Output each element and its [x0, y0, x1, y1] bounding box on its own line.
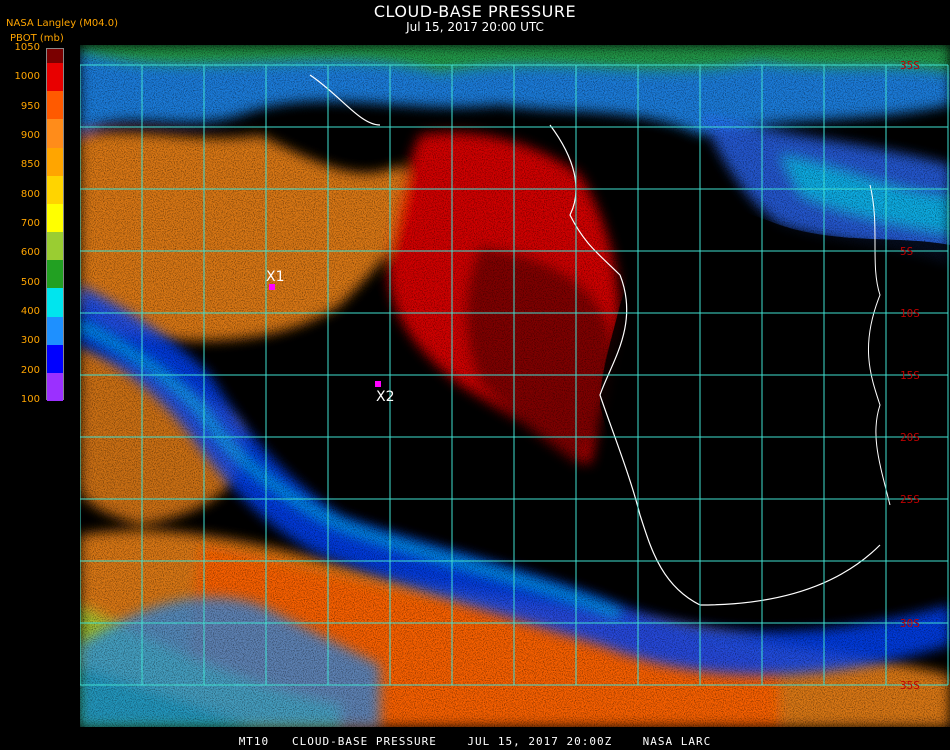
- colorbar-segment: [47, 63, 63, 92]
- satellite-map: 35S 5S 10S 15S 20S 25S 30S 35S X1 X2: [80, 45, 950, 727]
- sample-point-label: X1: [266, 269, 285, 285]
- colorbar-tick-label: 700: [20, 218, 40, 229]
- latitude-label: 30S: [900, 617, 920, 630]
- colorbar-segment: [47, 372, 63, 401]
- colorbar-tick-label: 600: [20, 247, 40, 259]
- latitude-label: 10S: [900, 307, 920, 320]
- colorbar-tick-label: 1050: [14, 42, 40, 53]
- colorbar-segment: [47, 232, 63, 261]
- colorbar-tick-label: 300: [20, 335, 40, 347]
- colorbar-segment: [47, 147, 63, 176]
- sample-point-label: X2: [376, 389, 395, 405]
- colorbar-segment: [47, 260, 63, 289]
- colorbar-tick-label: 1000: [14, 71, 40, 83]
- footer-caption: MT10 CLOUD-BASE PRESSURE JUL 15, 2017 20…: [238, 735, 712, 748]
- colorbar-tick-label: 950: [20, 100, 40, 112]
- latitude-label: 25S: [900, 493, 920, 506]
- colorbar: [46, 48, 64, 401]
- latitude-label: 15S: [900, 369, 920, 382]
- data-source-label: NASA Langley (M04.0): [6, 18, 118, 29]
- sample-point-marker: [375, 381, 381, 387]
- colorbar-tick-label: 800: [20, 188, 40, 200]
- colorbar-segment: [47, 119, 63, 148]
- pressure-field: [80, 45, 950, 727]
- colorbar-tick-label: 200: [20, 364, 40, 376]
- colorbar-segment: [47, 203, 63, 233]
- colorbar-tick-label: 500: [20, 276, 40, 288]
- latitude-label: 5S: [900, 245, 913, 258]
- colorbar-segment: [47, 316, 63, 345]
- latitude-label: 35S: [900, 59, 920, 72]
- colorbar-segment: [47, 49, 63, 64]
- latitude-label: 35S: [900, 679, 920, 692]
- chart-title: CLOUD-BASE PRESSURE: [373, 2, 577, 21]
- colorbar-segment: [47, 91, 63, 120]
- chart-datetime: Jul 15, 2017 20:00 UTC: [406, 20, 544, 34]
- colorbar-segment: [47, 344, 63, 373]
- colorbar-segment: [47, 175, 63, 204]
- colorbar-tick-label: 850: [20, 159, 40, 171]
- colorbar-tick-label: 400: [20, 306, 40, 317]
- colorbar-segment: [47, 288, 63, 317]
- latitude-label: 20S: [900, 431, 920, 444]
- colorbar-tick-label: 100: [20, 394, 40, 405]
- colorbar-tick-label: 900: [20, 130, 40, 141]
